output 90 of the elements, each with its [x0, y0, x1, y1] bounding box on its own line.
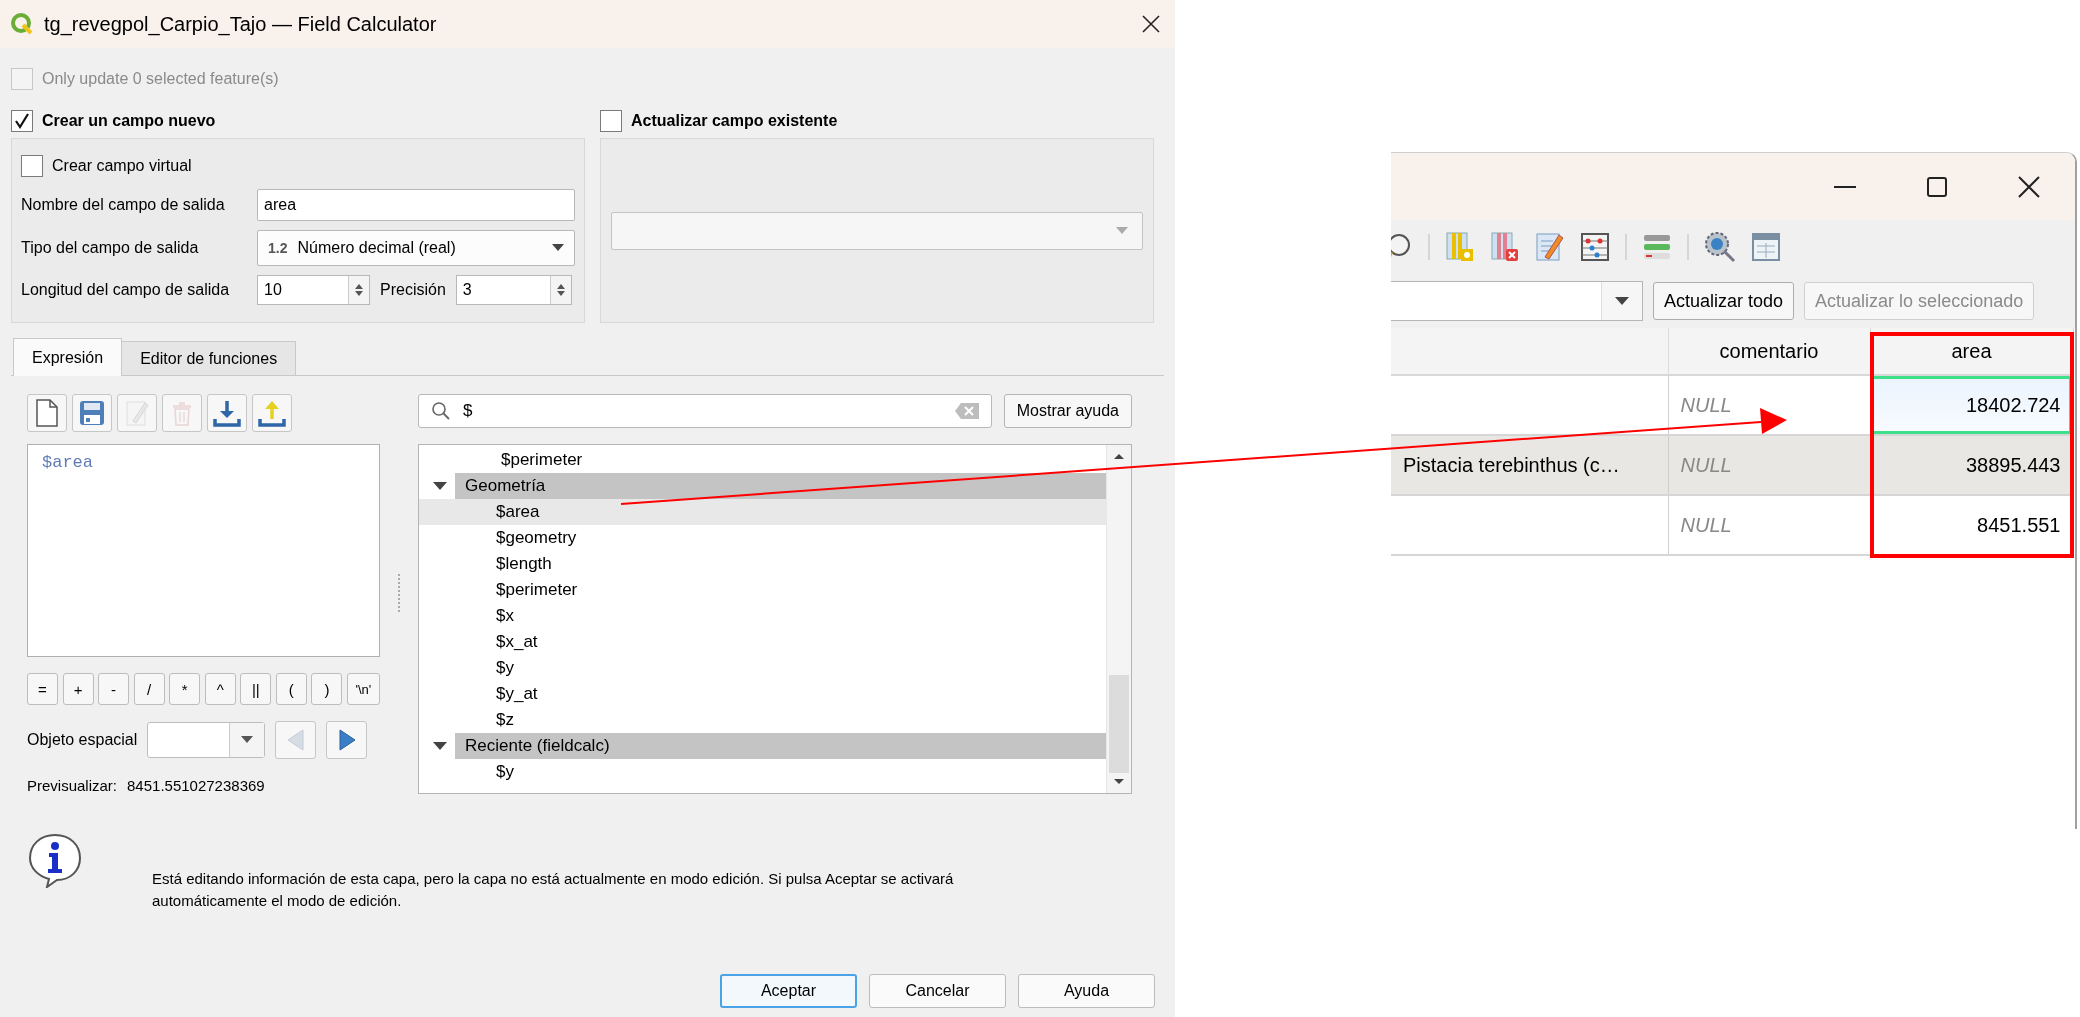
operator-button[interactable]: '\n' [346, 673, 380, 705]
text-field[interactable]: area [257, 189, 575, 221]
close-icon[interactable] [1141, 14, 1161, 34]
window-title: tg_revegpol_Carpio_Tajo — Field Calculator [44, 12, 438, 36]
spin-arrows-icon[interactable] [555, 282, 566, 298]
toolbar-button[interactable] [207, 394, 247, 432]
close-icon[interactable] [2018, 175, 2040, 198]
caret-icon [552, 244, 564, 252]
checkbox-label: Only update 0 selected feature(s) [42, 70, 279, 88]
help-button[interactable]: Mostrar ayuda [1003, 394, 1132, 428]
search-field[interactable]: $ [418, 394, 992, 428]
tree-item[interactable]: $perimeter [419, 577, 1106, 603]
table-delete-icon[interactable] [1490, 231, 1520, 263]
scrollbar-thumb[interactable] [1109, 675, 1129, 773]
operator-button[interactable]: ^ [204, 673, 236, 705]
column-header[interactable]: area [1951, 339, 1992, 362]
dialog-button[interactable]: Cancelar [869, 974, 1006, 1008]
caret-icon [1615, 296, 1629, 306]
tree-item[interactable]: $x [419, 603, 1106, 629]
spin-box[interactable]: 10 [257, 275, 370, 305]
info-icon [27, 832, 83, 888]
dialog-button[interactable]: Ayuda [1018, 974, 1155, 1008]
upload-icon[interactable] [258, 399, 286, 427]
field-label: Longitud del campo de salida [21, 281, 231, 299]
update-button[interactable]: Actualizar todo [1653, 282, 1795, 320]
operator-button[interactable]: - [98, 673, 130, 705]
document-icon[interactable] [36, 399, 58, 427]
checkbox-label: Crear campo virtual [52, 157, 192, 175]
operator-button[interactable]: = [27, 673, 58, 705]
field-label: Tipo del campo de salida [21, 239, 200, 257]
field-label: Precisión [380, 281, 446, 299]
operator-button[interactable]: / [133, 673, 165, 705]
minimize-icon[interactable] [1834, 185, 1856, 188]
tab[interactable]: Editor de funciones [121, 341, 297, 375]
operator-button[interactable]: + [62, 673, 94, 705]
maximize-icon[interactable] [1927, 176, 1947, 197]
tree-item[interactable]: $z [419, 707, 1106, 733]
operator-button[interactable]: || [240, 673, 272, 705]
logo-icon [10, 12, 34, 36]
checkbox[interactable] [11, 110, 33, 132]
download-icon[interactable] [213, 399, 241, 427]
checkbox-label: Actualizar campo existente [631, 112, 838, 130]
function-tree[interactable]: $perimeter Geometría $area $geometry $length $perimeter $x $x_at $y $y_at $z Reciente (fieldcalc) $y [418, 444, 1132, 794]
left-triangle-icon [286, 729, 305, 751]
expression-editor[interactable]: $area [27, 444, 380, 657]
operator-button[interactable]: ) [311, 673, 343, 705]
pencil-icon[interactable] [1535, 231, 1565, 263]
tab[interactable]: Expresión [13, 338, 123, 376]
nav-button[interactable] [326, 721, 368, 759]
expand-caret-icon[interactable] [433, 481, 447, 491]
magnifier-gear-icon[interactable] [1704, 231, 1736, 263]
spin-arrows-icon[interactable] [354, 282, 364, 298]
tree-item[interactable]: $area [419, 499, 1106, 525]
info-message: Está editando información de esta capa, pero la capa no está actualmente en modo edición. Si pulsa Aceptar se activará automáticamente el modo de edición. [152, 869, 955, 911]
table-cell: 8451.551 [1870, 495, 2073, 555]
tree-item[interactable]: $y_at [419, 681, 1106, 707]
checkbox[interactable] [600, 110, 622, 132]
scrollbar[interactable] [1106, 445, 1131, 793]
tree-item[interactable]: $y [419, 759, 1106, 785]
abacus-icon[interactable] [1580, 231, 1610, 263]
checkbox-label: Crear un campo nuevo [42, 112, 216, 130]
toolbar-button[interactable] [27, 394, 67, 432]
field-label: Objeto espacial [27, 731, 138, 749]
field-label: Nombre del campo de salida [21, 196, 226, 214]
expand-caret-icon[interactable] [433, 741, 447, 751]
toolbar-button[interactable] [72, 394, 112, 432]
right-triangle-icon [337, 729, 356, 751]
type-dropdown[interactable]: 1.2 Número decimal (real) [257, 230, 575, 266]
tree-item[interactable]: $length [419, 551, 1106, 577]
tree-item[interactable]: $perimeter [419, 447, 1106, 473]
preview-value: 8451.551027238369 [127, 777, 265, 794]
table-cell: Pistacia terebinthus (c… [1391, 435, 1668, 495]
operator-button[interactable]: * [169, 673, 201, 705]
checkbox[interactable] [21, 155, 43, 177]
tree-item[interactable]: $y [419, 655, 1106, 681]
window-icon[interactable] [1751, 231, 1781, 263]
operator-button[interactable]: ( [275, 673, 307, 705]
field-dropdown[interactable] [611, 211, 1143, 250]
caret-icon [1116, 226, 1128, 235]
splitter-handle[interactable] [398, 574, 400, 614]
table-cell: NULL [1668, 435, 1870, 495]
toolbar-button[interactable] [252, 394, 292, 432]
tree-item[interactable]: $geometry [419, 525, 1106, 551]
tree-item[interactable]: $x_at [419, 629, 1106, 655]
table-cell: NULL [1668, 495, 1870, 555]
caret-icon [241, 736, 254, 744]
spin-box[interactable]: 3 [455, 275, 572, 305]
search-icon [431, 401, 451, 421]
dialog-button[interactable]: Aceptar [720, 974, 857, 1008]
preview-label: Previsualizar: [27, 777, 118, 794]
